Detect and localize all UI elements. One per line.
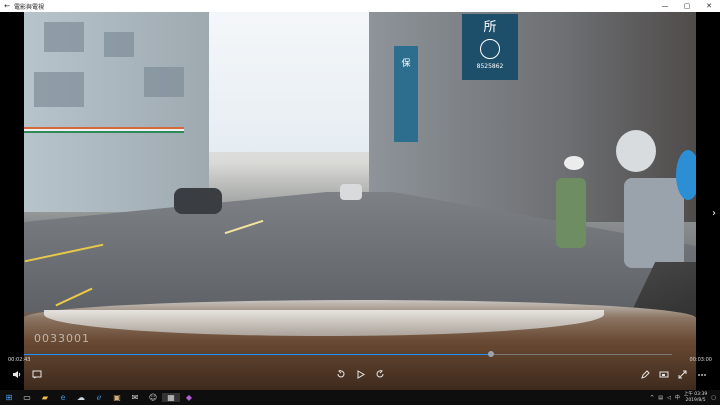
video-stage[interactable]: 所 8525862 保 0033001 ›	[0, 12, 720, 390]
play-icon[interactable]	[356, 370, 365, 382]
store-stripe	[24, 127, 184, 133]
store-icon[interactable]: ▣	[108, 393, 126, 402]
window-title: 電影與電視	[14, 3, 45, 11]
player-controls	[0, 367, 720, 385]
app-icon[interactable]: ◆	[180, 393, 198, 402]
start-icon[interactable]: ⊞	[0, 393, 18, 402]
mail-icon[interactable]: ✉	[126, 393, 144, 402]
clock-date: 2019/8/5	[685, 397, 706, 403]
back-arrow-icon[interactable]: ←	[0, 2, 14, 10]
rider-helmet	[564, 156, 584, 170]
cast-icon[interactable]	[659, 370, 669, 382]
seek-progress	[24, 354, 491, 355]
folder-icon[interactable]: ▰	[36, 393, 54, 402]
elapsed-time: 00:02:43	[8, 357, 31, 363]
cloud-icon[interactable]: ☁	[72, 393, 90, 402]
rider-body	[556, 178, 586, 248]
volume-tray-icon[interactable]: ◁	[667, 395, 671, 401]
seek-bar[interactable]: 00:02:43 00:03:00	[0, 351, 720, 363]
title-bar: ← 電影與電視 — ▢ ✕	[0, 0, 720, 12]
edge-icon[interactable]: e	[54, 393, 72, 402]
ie-icon[interactable]: ℯ	[90, 393, 108, 402]
shop-sign-phone: 8525862	[476, 63, 504, 70]
maximize-button[interactable]: ▢	[676, 2, 698, 10]
fullscreen-icon[interactable]	[678, 370, 687, 382]
taskview-icon[interactable]: ▭	[18, 393, 36, 402]
movies-tv-icon[interactable]: ▦	[162, 393, 180, 402]
parked-car	[340, 184, 362, 200]
video-frame[interactable]: 所 8525862 保 0033001	[24, 12, 696, 390]
minimize-button[interactable]: —	[654, 2, 676, 10]
notifications-icon[interactable]: ▢	[711, 395, 716, 401]
next-chevron-icon[interactable]: ›	[712, 208, 716, 219]
rider-helmet	[616, 130, 656, 172]
edit-pencil-icon[interactable]	[641, 370, 650, 382]
people-icon[interactable]: ☺	[144, 393, 162, 402]
total-time: 00:03:00	[689, 357, 712, 363]
system-tray: ^ ▤ ◁ 中 上午 03:39 2019/8/5 ▢	[650, 390, 716, 405]
taskbar: ⊞ ▭ ▰ e ☁ ℯ ▣ ✉ ☺ ▦ ◆ ^ ▤ ◁ 中 上午 03:39 2…	[0, 390, 720, 405]
more-icon[interactable]	[697, 370, 707, 382]
network-icon[interactable]: ▤	[658, 395, 663, 401]
shop-sign: 所 8525862	[462, 14, 518, 80]
ime-icon[interactable]: 中	[675, 394, 680, 401]
rider-helmet	[676, 150, 696, 200]
parked-car	[174, 188, 222, 214]
shop-sign-title: 所	[483, 20, 497, 35]
clock-time: 上午 03:39	[683, 391, 708, 397]
vertical-sign-text: 保	[401, 59, 411, 69]
shop-sign-logo-icon	[480, 39, 500, 59]
subtitles-icon[interactable]	[32, 370, 42, 382]
left-building	[24, 12, 209, 212]
vertical-sign: 保	[394, 46, 418, 142]
overlay-timecode: 0033001	[34, 332, 90, 345]
tray-chevron-icon[interactable]: ^	[650, 395, 654, 401]
rider-body	[624, 178, 684, 268]
close-button[interactable]: ✕	[698, 2, 720, 10]
forward-icon[interactable]	[375, 369, 385, 382]
clock[interactable]: 上午 03:39 2019/8/5	[684, 392, 707, 404]
volume-icon[interactable]	[12, 370, 22, 382]
rewind-icon[interactable]	[336, 369, 346, 382]
seek-thumb[interactable]	[487, 351, 494, 357]
